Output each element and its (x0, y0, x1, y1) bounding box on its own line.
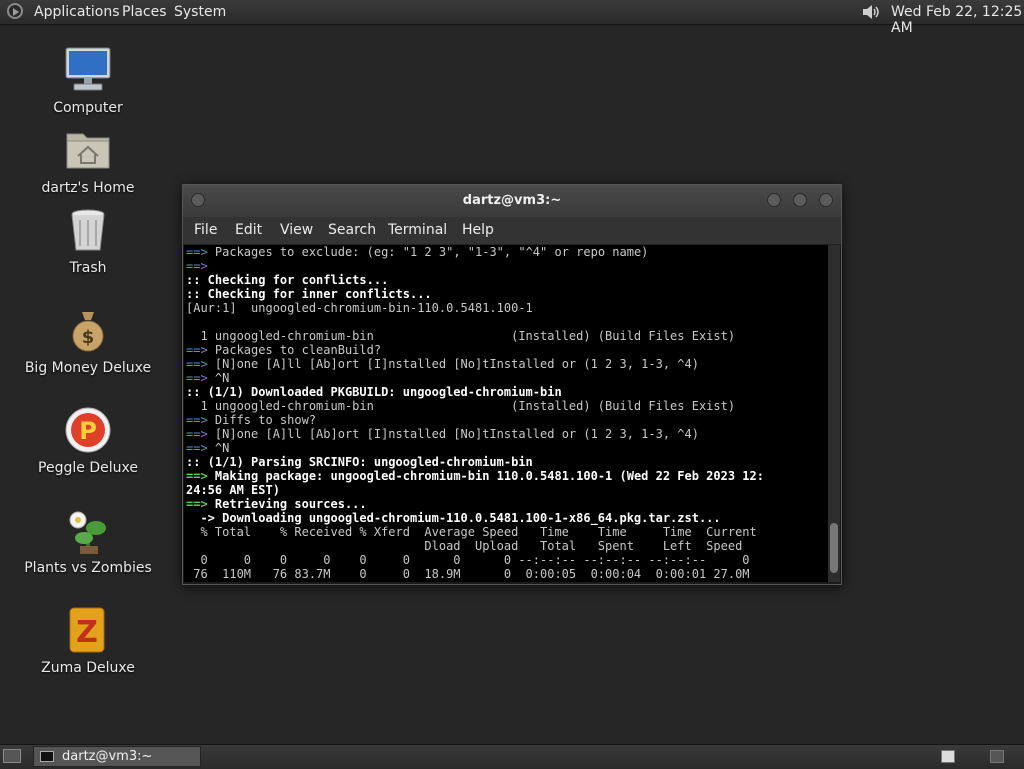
terminal-line: ==> ^N (186, 371, 828, 385)
prompt-arrow: ==> (186, 343, 208, 357)
terminal-line: ==> ^N (186, 441, 828, 455)
window-titlebar[interactable]: dartz@vm3:~ (183, 185, 841, 217)
terminal-line-text: ^N (207, 371, 230, 385)
prompt-arrow: ==> (186, 357, 208, 371)
terminal-line: 1 ungoogled-chromium-bin (Installed) (Bu… (186, 329, 736, 343)
taskbar-window-button[interactable]: dartz@vm3:~ (33, 746, 201, 767)
terminal-line: ==> Packages to cleanBuild? (186, 343, 828, 357)
menu-help[interactable]: Help (462, 222, 494, 238)
prompt-arrow: ==> (186, 497, 208, 511)
terminal-window[interactable]: dartz@vm3:~ File Edit View Search Termin… (182, 184, 842, 585)
window-title: dartz@vm3:~ (462, 193, 562, 208)
trash-applet-icon[interactable] (990, 750, 1004, 763)
terminal-line: :: Checking for conflicts... (186, 273, 389, 287)
money-bag-icon: $ (64, 306, 112, 354)
prompt-arrow: ==> (186, 245, 208, 259)
terminal-icon (40, 751, 54, 762)
workspace-1-button[interactable] (941, 750, 955, 763)
applications-menu[interactable]: Applications (34, 4, 120, 20)
desktop-icon-computer[interactable]: Computer (13, 46, 163, 116)
menu-terminal[interactable]: Terminal (388, 222, 447, 238)
prompt-arrow: ==> (186, 469, 208, 483)
terminal-line: 24:56 AM EST) (186, 483, 280, 497)
prompt-arrow: ==> (186, 441, 208, 455)
maximize-button[interactable] (793, 193, 807, 207)
peggle-icon: P (64, 406, 112, 454)
terminal-line: 76 110M 76 83.7M 0 0 18.9M 0 0:00:05 0:0… (186, 567, 750, 581)
terminal-line-text: Making package: ungoogled-chromium-bin 1… (207, 469, 764, 483)
terminal-line-text: [N]one [A]ll [Ab]ort [I]nstalled [No]tIn… (207, 427, 699, 441)
terminal-line-text: Packages to exclude: (eg: "1 2 3", "1-3"… (207, 245, 649, 259)
terminal-line: :: (1/1) Downloaded PKGBUILD: ungoogled-… (186, 385, 562, 399)
bottom-panel: dartz@vm3:~ (0, 744, 1024, 769)
terminal-line: ==> Packages to exclude: (eg: "1 2 3", "… (186, 245, 828, 259)
minimize-button[interactable] (767, 193, 781, 207)
volume-icon[interactable] (861, 3, 883, 21)
terminal-line: ==> Diffs to show? (186, 413, 828, 427)
desktop-icon-zuma[interactable]: Z Zuma Deluxe (13, 606, 163, 676)
terminal-line: -> Downloading ungoogled-chromium-110.0.… (186, 511, 721, 525)
svg-text:P: P (79, 417, 97, 445)
taskbar-window-label: dartz@vm3:~ (62, 749, 153, 764)
prompt-arrow: ==> (186, 413, 208, 427)
show-desktop-icon[interactable] (3, 749, 21, 763)
places-menu[interactable]: Places (122, 4, 167, 20)
desktop-icon-peggle[interactable]: P Peggle Deluxe (13, 406, 163, 476)
zuma-icon: Z (64, 606, 112, 654)
terminal-line: ==> [N]one [A]ll [Ab]ort [I]nstalled [No… (186, 427, 828, 441)
svg-text:Z: Z (76, 615, 98, 650)
menu-edit[interactable]: Edit (235, 222, 262, 238)
terminal-line: ==> [N]one [A]ll [Ab]ort [I]nstalled [No… (186, 357, 828, 371)
terminal-output[interactable]: ==> Packages to exclude: (eg: "1 2 3", "… (184, 245, 828, 582)
home-folder-icon (64, 126, 112, 174)
terminal-line: :: (1/1) Parsing SRCINFO: ungoogled-chro… (186, 455, 533, 469)
desktop-icon-label: Trash (69, 260, 107, 276)
desktop-icon-trash[interactable]: Trash (13, 206, 163, 276)
prompt-arrow: ==> (186, 259, 208, 273)
terminal-scrollbar[interactable] (828, 245, 840, 582)
desktop-icon-label: dartz's Home (41, 180, 135, 196)
top-panel: Applications Places System Wed Feb 22, 1… (0, 0, 1024, 36)
desktop-icon-big-money[interactable]: $ Big Money Deluxe (13, 306, 163, 376)
terminal-line-text: Diffs to show? (207, 413, 317, 427)
svg-text:$: $ (82, 327, 95, 348)
terminal-line-text: Packages to cleanBuild? (207, 343, 382, 357)
terminal-line: 1 ungoogled-chromium-bin (Installed) (Bu… (186, 399, 736, 413)
terminal-line-text: Retrieving sources... (207, 497, 367, 511)
terminal-line-text: ^N (207, 441, 230, 455)
distro-logo-icon[interactable] (7, 3, 23, 19)
close-button[interactable] (819, 193, 833, 207)
clock[interactable]: Wed Feb 22, 12:25 AM (891, 4, 1024, 36)
desktop-icon-plants-vs-zombies[interactable]: Plants vs Zombies (13, 506, 163, 576)
desktop-icon-home[interactable]: dartz's Home (13, 126, 163, 196)
menu-search[interactable]: Search (328, 222, 376, 238)
desktop-icon-label: Computer (53, 100, 123, 116)
computer-icon (64, 46, 112, 94)
trash-icon (64, 206, 112, 254)
desktop-icon-label: Plants vs Zombies (24, 560, 152, 576)
terminal-line: [Aur:1] ungoogled-chromium-bin-110.0.548… (186, 301, 533, 315)
prompt-arrow: ==> (186, 427, 208, 441)
terminal-line: 0 0 0 0 0 0 0 0 --:--:-- --:--:-- --:--:… (186, 553, 750, 567)
terminal-lines: ==> Packages to exclude: (eg: "1 2 3", "… (184, 245, 828, 581)
terminal-line-text: [N]one [A]ll [Ab]ort [I]nstalled [No]tIn… (207, 357, 699, 371)
desktop-icon-label: Big Money Deluxe (24, 360, 152, 376)
system-menu[interactable]: System (174, 4, 226, 20)
menu-view[interactable]: View (280, 222, 313, 238)
desktop-icon-label: Peggle Deluxe (38, 460, 138, 476)
terminal-line: % Total % Received % Xferd Average Speed… (186, 525, 757, 539)
terminal-line: ==> Retrieving sources... (186, 497, 828, 511)
terminal-line: Dload Upload Total Spent Left Speed (186, 539, 743, 553)
menu-file[interactable]: File (194, 222, 217, 238)
plant-icon (64, 506, 112, 554)
prompt-arrow: ==> (186, 371, 208, 385)
scrollbar-thumb[interactable] (830, 523, 838, 573)
terminal-line: ==> (186, 259, 828, 273)
terminal-line: :: Checking for inner conflicts... (186, 287, 432, 301)
terminal-menubar: File Edit View Search Terminal Help (183, 217, 841, 245)
desktop-icon-label: Zuma Deluxe (41, 660, 135, 676)
terminal-line: ==> Making package: ungoogled-chromium-b… (186, 469, 828, 483)
